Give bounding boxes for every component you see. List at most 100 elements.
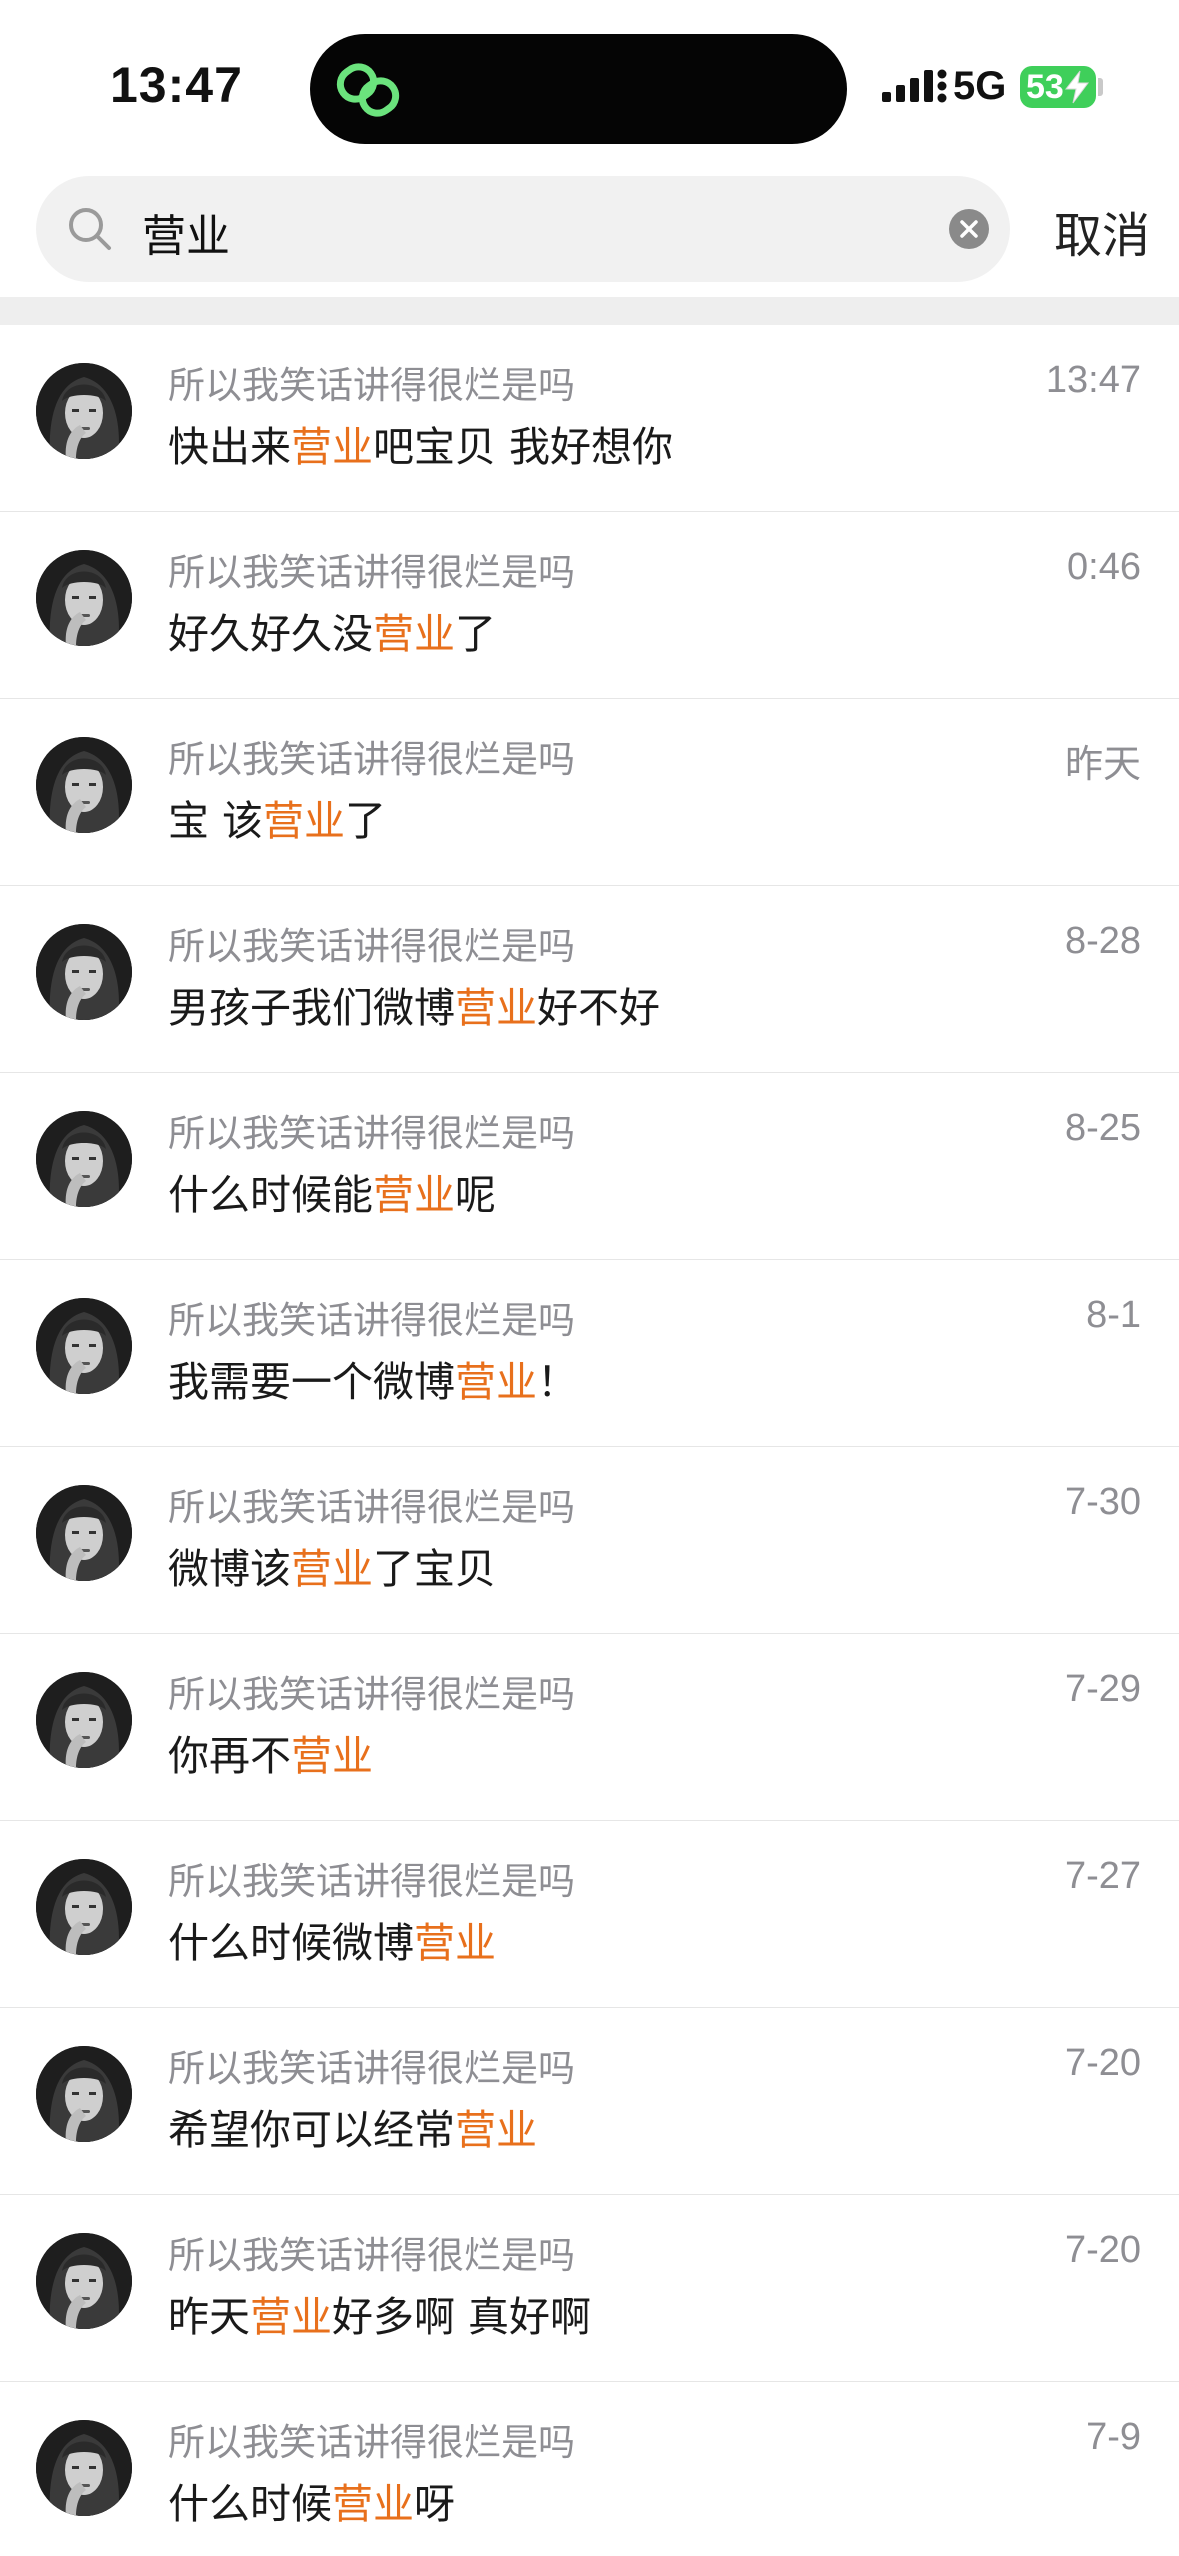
message-date: 7-29	[1064, 1668, 1141, 1710]
contact-name: 所以我笑话讲得很烂是吗	[168, 551, 575, 594]
message-date: 昨天	[1064, 744, 1141, 786]
cancel-button[interactable]: 取消	[1054, 196, 1150, 266]
message-date: 0:46	[1067, 546, 1141, 588]
list-item[interactable]: 所以我笑话讲得很烂是吗 宝 该营业了 昨天	[0, 699, 1179, 886]
message-date: 7-30	[1064, 1481, 1141, 1523]
message-text-before: 你再不	[168, 1732, 291, 1780]
avatar[interactable]	[36, 2233, 132, 2329]
avatar-photo	[36, 2233, 132, 2329]
search-input[interactable]: 营业	[142, 200, 230, 264]
contact-name: 所以我笑话讲得很烂是吗	[168, 2421, 575, 2464]
message-text-after: 了	[455, 610, 496, 658]
message-text-after: 好多啊 真好啊	[332, 2293, 592, 2341]
message-date: 7-9	[1086, 2416, 1141, 2458]
contact-name: 所以我笑话讲得很烂是吗	[168, 364, 575, 407]
avatar-photo	[36, 2420, 132, 2516]
avatar[interactable]	[36, 1672, 132, 1768]
message-snippet: 快出来营业吧宝贝 我好想你	[168, 413, 673, 473]
message-snippet: 好久好久没营业了	[168, 600, 496, 660]
avatar-photo	[36, 2046, 132, 2142]
message-snippet: 希望你可以经常营业	[168, 2096, 537, 2156]
message-snippet: 男孩子我们微博营业好不好	[168, 974, 660, 1034]
avatar[interactable]	[36, 1111, 132, 1207]
match-highlight: 营业	[291, 1732, 373, 1780]
match-highlight: 营业	[414, 1919, 496, 1967]
search-bar[interactable]: 营业	[36, 176, 1010, 282]
avatar[interactable]	[36, 2420, 132, 2516]
message-text-before: 好久好久没	[168, 610, 373, 658]
message-snippet: 宝 该营业了	[168, 787, 386, 847]
list-item[interactable]: 所以我笑话讲得很烂是吗 什么时候营业呀 7-9	[0, 2382, 1179, 2556]
message-text-before: 昨天	[168, 2293, 250, 2341]
message-date: 7-27	[1064, 1855, 1141, 1897]
match-highlight: 营业	[250, 2293, 332, 2341]
avatar-photo	[36, 1859, 132, 1955]
match-highlight: 营业	[373, 610, 455, 658]
list-item[interactable]: 所以我笑话讲得很烂是吗 我需要一个微博营业！ 8-1	[0, 1260, 1179, 1447]
message-text-before: 希望你可以经常	[168, 2106, 455, 2154]
battery-tip	[1098, 78, 1103, 96]
avatar[interactable]	[36, 924, 132, 1020]
contact-name: 所以我笑话讲得很烂是吗	[168, 738, 575, 781]
search-results-list: 所以我笑话讲得很烂是吗 快出来营业吧宝贝 我好想你 13:47 所以我笑话讲得很…	[0, 325, 1179, 2556]
message-text-before: 我需要一个微博	[168, 1358, 455, 1406]
avatar-photo	[36, 1111, 132, 1207]
section-divider	[0, 297, 1179, 325]
avatar[interactable]	[36, 363, 132, 459]
message-snippet: 什么时候营业呀	[168, 2470, 455, 2530]
message-text-after: 呢	[455, 1171, 496, 1219]
message-date: 8-28	[1064, 920, 1141, 962]
avatar[interactable]	[36, 1485, 132, 1581]
list-item[interactable]: 所以我笑话讲得很烂是吗 快出来营业吧宝贝 我好想你 13:47	[0, 325, 1179, 512]
message-text-after: 了宝贝	[373, 1545, 496, 1593]
list-item[interactable]: 所以我笑话讲得很烂是吗 什么时候微博营业 7-27	[0, 1821, 1179, 2008]
message-text-before: 微博该	[168, 1545, 291, 1593]
list-item[interactable]: 所以我笑话讲得很烂是吗 昨天营业好多啊 真好啊 7-20	[0, 2195, 1179, 2382]
signal-icon	[882, 69, 947, 103]
status-time: 13:47	[110, 57, 243, 113]
list-item[interactable]: 所以我笑话讲得很烂是吗 微博该营业了宝贝 7-30	[0, 1447, 1179, 1634]
message-text-after: 吧宝贝 我好想你	[373, 423, 674, 471]
message-text-after: 呀	[414, 2480, 455, 2528]
list-item[interactable]: 所以我笑话讲得很烂是吗 你再不营业 7-29	[0, 1634, 1179, 1821]
message-snippet: 微博该营业了宝贝	[168, 1535, 496, 1595]
avatar[interactable]	[36, 1298, 132, 1394]
match-highlight: 营业	[455, 984, 537, 1032]
list-item[interactable]: 所以我笑话讲得很烂是吗 什么时候能营业呢 8-25	[0, 1073, 1179, 1260]
match-highlight: 营业	[291, 1545, 373, 1593]
message-text-before: 宝 该	[168, 797, 264, 845]
message-date: 8-25	[1064, 1107, 1141, 1149]
message-snippet: 昨天营业好多啊 真好啊	[168, 2283, 591, 2343]
clear-icon[interactable]	[948, 208, 990, 250]
contact-name: 所以我笑话讲得很烂是吗	[168, 925, 575, 968]
avatar-photo	[36, 1672, 132, 1768]
avatar-photo	[36, 550, 132, 646]
list-item[interactable]: 所以我笑话讲得很烂是吗 好久好久没营业了 0:46	[0, 512, 1179, 699]
message-snippet: 什么时候微博营业	[168, 1909, 496, 1969]
contact-name: 所以我笑话讲得很烂是吗	[168, 1299, 575, 1342]
message-text-before: 什么时候	[168, 2480, 332, 2528]
match-highlight: 营业	[332, 2480, 414, 2528]
message-text-before: 什么时候能	[168, 1171, 373, 1219]
message-text-before: 快出来	[168, 423, 291, 471]
message-text-after: 好不好	[537, 984, 660, 1032]
avatar-photo	[36, 1298, 132, 1394]
status-bar: 13:47 5G 53	[0, 0, 1179, 170]
avatar-photo	[36, 363, 132, 459]
message-snippet: 你再不营业	[168, 1722, 373, 1782]
avatar[interactable]	[36, 550, 132, 646]
contact-name: 所以我笑话讲得很烂是吗	[168, 1860, 575, 1903]
match-highlight: 营业	[455, 2106, 537, 2154]
list-item[interactable]: 所以我笑话讲得很烂是吗 希望你可以经常营业 7-20	[0, 2008, 1179, 2195]
avatar[interactable]	[36, 1859, 132, 1955]
message-snippet: 我需要一个微博营业！	[168, 1348, 578, 1408]
match-highlight: 营业	[291, 423, 373, 471]
avatar[interactable]	[36, 737, 132, 833]
contact-name: 所以我笑话讲得很烂是吗	[168, 1486, 575, 1529]
avatar[interactable]	[36, 2046, 132, 2142]
link-app-icon	[336, 63, 400, 117]
dynamic-island[interactable]	[310, 34, 847, 144]
list-item[interactable]: 所以我笑话讲得很烂是吗 男孩子我们微博营业好不好 8-28	[0, 886, 1179, 1073]
avatar-photo	[36, 924, 132, 1020]
message-date: 13:47	[1045, 359, 1141, 401]
